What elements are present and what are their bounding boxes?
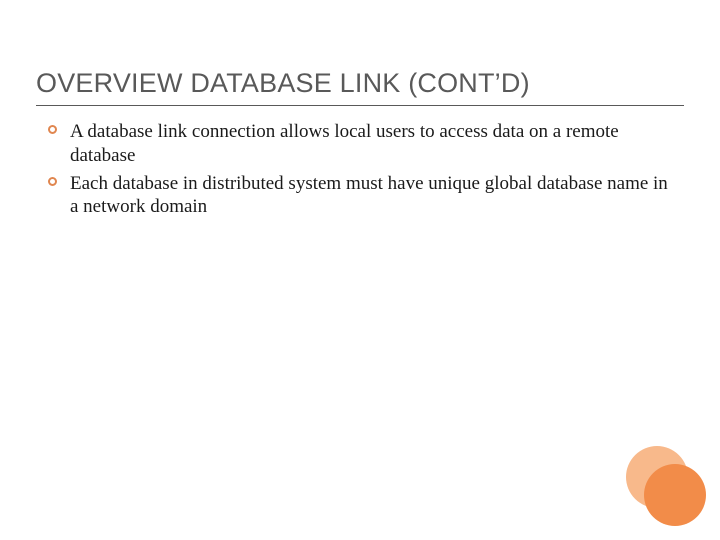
decorative-circles xyxy=(626,446,706,526)
slide: OVERVIEW DATABASE LINK (CONT’D) A databa… xyxy=(0,0,720,540)
list-item: A database link connection allows local … xyxy=(48,120,676,168)
bullet-text: A database link connection allows local … xyxy=(70,121,619,166)
bullet-icon xyxy=(48,177,57,186)
bullet-text: Each database in distributed system must… xyxy=(70,173,668,218)
slide-title: OVERVIEW DATABASE LINK (CONT’D) xyxy=(36,68,684,106)
bullet-list: A database link connection allows local … xyxy=(36,120,684,219)
list-item: Each database in distributed system must… xyxy=(48,172,676,220)
bullet-icon xyxy=(48,125,57,134)
circle-front-icon xyxy=(644,464,706,526)
